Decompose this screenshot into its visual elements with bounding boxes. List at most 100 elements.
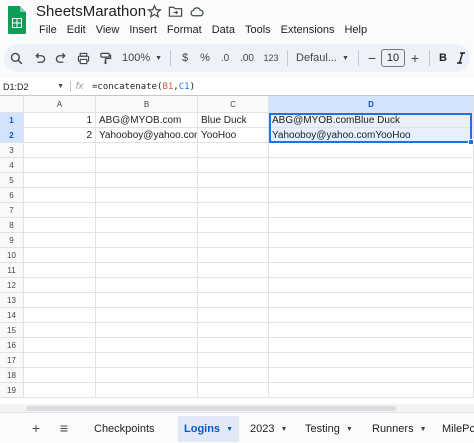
row-header-11[interactable]: 11 <box>0 263 24 278</box>
number-format-button[interactable]: 123 <box>259 48 283 68</box>
row-header-12[interactable]: 12 <box>0 278 24 293</box>
cell-a1[interactable]: 1 <box>24 113 96 128</box>
menu-help[interactable]: Help <box>339 23 372 37</box>
column-header-d[interactable]: D <box>269 96 474 113</box>
empty-cell[interactable] <box>24 158 96 173</box>
row-header-13[interactable]: 13 <box>0 293 24 308</box>
empty-cell[interactable] <box>24 338 96 353</box>
bold-button[interactable]: B <box>434 48 452 68</box>
empty-cell[interactable] <box>269 368 474 383</box>
all-sheets-button[interactable]: ≡ <box>54 419 74 437</box>
move-folder-icon[interactable] <box>168 4 183 19</box>
empty-cell[interactable] <box>269 173 474 188</box>
menu-format[interactable]: Format <box>162 23 207 37</box>
empty-cell[interactable] <box>198 353 269 368</box>
row-header-3[interactable]: 3 <box>0 143 24 158</box>
chevron-down-icon[interactable]: ▼ <box>420 426 427 433</box>
zoom-select[interactable]: 100% ▼ <box>116 48 166 68</box>
menu-tools[interactable]: Tools <box>240 23 276 37</box>
empty-cell[interactable] <box>24 293 96 308</box>
empty-cell[interactable] <box>198 263 269 278</box>
row-header-16[interactable]: 16 <box>0 338 24 353</box>
empty-cell[interactable] <box>198 293 269 308</box>
empty-cell[interactable] <box>24 233 96 248</box>
currency-format-button[interactable]: $ <box>175 48 195 68</box>
column-header-b[interactable]: B <box>96 96 198 113</box>
empty-cell[interactable] <box>24 263 96 278</box>
tab-runners[interactable]: Runners ▼ <box>366 416 433 442</box>
empty-cell[interactable] <box>96 203 198 218</box>
empty-cell[interactable] <box>24 143 96 158</box>
cell-a2[interactable]: 2 <box>24 128 96 143</box>
empty-cell[interactable] <box>198 278 269 293</box>
increase-decimal-button[interactable]: .00 <box>235 48 259 68</box>
empty-cell[interactable] <box>269 248 474 263</box>
cell-b2[interactable]: Yahooboy@yahoo.com <box>96 128 198 143</box>
empty-cell[interactable] <box>96 233 198 248</box>
redo-icon[interactable] <box>50 48 72 68</box>
sheets-logo-icon[interactable] <box>6 5 28 35</box>
empty-cell[interactable] <box>198 323 269 338</box>
empty-cell[interactable] <box>24 188 96 203</box>
empty-cell[interactable] <box>269 293 474 308</box>
row-header-4[interactable]: 4 <box>0 158 24 173</box>
menu-insert[interactable]: Insert <box>124 23 162 37</box>
empty-cell[interactable] <box>269 158 474 173</box>
increase-font-size-button[interactable]: + <box>405 48 425 68</box>
empty-cell[interactable] <box>269 203 474 218</box>
empty-cell[interactable] <box>24 173 96 188</box>
empty-cell[interactable] <box>96 278 198 293</box>
empty-cell[interactable] <box>198 338 269 353</box>
cell-c2[interactable]: YooHoo <box>198 128 269 143</box>
row-header-9[interactable]: 9 <box>0 233 24 248</box>
empty-cell[interactable] <box>198 368 269 383</box>
empty-cell[interactable] <box>96 158 198 173</box>
empty-cell[interactable] <box>96 188 198 203</box>
empty-cell[interactable] <box>24 248 96 263</box>
empty-cell[interactable] <box>96 263 198 278</box>
empty-cell[interactable] <box>269 278 474 293</box>
name-box[interactable]: D1:D2 ▼ <box>0 82 70 92</box>
cell-b1[interactable]: ABG@MYOB.com <box>96 113 198 128</box>
chevron-down-icon[interactable]: ▼ <box>226 426 233 433</box>
empty-cell[interactable] <box>24 203 96 218</box>
empty-cell[interactable] <box>96 293 198 308</box>
row-header-14[interactable]: 14 <box>0 308 24 323</box>
empty-cell[interactable] <box>96 248 198 263</box>
fill-handle[interactable] <box>468 139 474 145</box>
menu-data[interactable]: Data <box>207 23 240 37</box>
tab-checkpoints[interactable]: Checkpoints <box>88 416 161 442</box>
cell-d2[interactable]: Yahooboy@yahoo.comYooHoo <box>269 128 474 143</box>
scrollbar-thumb[interactable] <box>26 406 396 411</box>
empty-cell[interactable] <box>269 143 474 158</box>
cloud-status-icon[interactable] <box>189 4 204 19</box>
column-header-c[interactable]: C <box>198 96 269 113</box>
empty-cell[interactable] <box>269 338 474 353</box>
empty-cell[interactable] <box>24 368 96 383</box>
empty-cell[interactable] <box>96 173 198 188</box>
empty-cell[interactable] <box>198 248 269 263</box>
print-icon[interactable] <box>72 48 94 68</box>
percent-format-button[interactable]: % <box>195 48 215 68</box>
empty-cell[interactable] <box>269 263 474 278</box>
tab-logins[interactable]: Logins ▼ <box>178 416 239 442</box>
decrease-decimal-button[interactable]: .0 <box>215 48 235 68</box>
row-header-18[interactable]: 18 <box>0 368 24 383</box>
star-icon[interactable] <box>147 4 162 19</box>
empty-cell[interactable] <box>24 383 96 398</box>
tab-2023[interactable]: 2023 ▼ <box>244 416 293 442</box>
empty-cell[interactable] <box>198 383 269 398</box>
empty-cell[interactable] <box>24 278 96 293</box>
empty-cell[interactable] <box>198 233 269 248</box>
row-header-19[interactable]: 19 <box>0 383 24 398</box>
empty-cell[interactable] <box>96 353 198 368</box>
document-title[interactable]: SheetsMarathon <box>36 3 146 20</box>
empty-cell[interactable] <box>198 143 269 158</box>
empty-cell[interactable] <box>198 218 269 233</box>
empty-cell[interactable] <box>96 368 198 383</box>
empty-cell[interactable] <box>198 173 269 188</box>
search-icon[interactable] <box>4 48 28 68</box>
spreadsheet-grid[interactable]: A B C D 1 2 3 4 5 6 7 8 9 10 11 12 13 14 15 16 17 18 19 1 … <box>0 96 474 404</box>
empty-cell[interactable] <box>269 323 474 338</box>
menu-edit[interactable]: Edit <box>62 23 91 37</box>
